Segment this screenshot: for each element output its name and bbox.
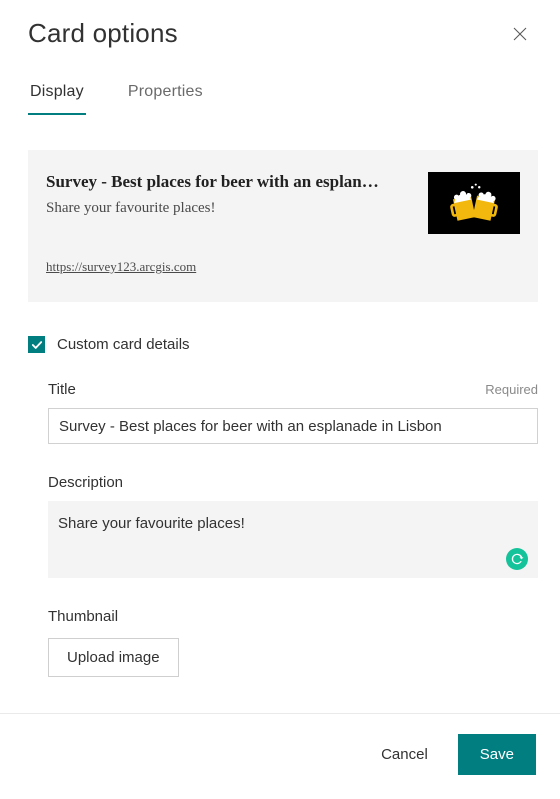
card-preview-description: Share your favourite places! — [46, 200, 412, 217]
dialog-title: Card options — [28, 18, 178, 49]
custom-card-details-checkbox[interactable]: Custom card details — [28, 336, 538, 353]
close-icon — [511, 25, 529, 43]
checkmark-icon — [31, 340, 43, 350]
grammarly-badge[interactable] — [506, 548, 528, 570]
card-preview-title: Survey - Best places for beer with an es… — [46, 172, 412, 192]
title-label: Title — [48, 381, 76, 398]
title-field-group: Title Required — [48, 381, 538, 444]
save-button[interactable]: Save — [458, 734, 536, 775]
card-preview-thumbnail — [428, 172, 520, 234]
description-field-group: Description — [48, 474, 538, 578]
description-input[interactable] — [48, 501, 538, 573]
custom-card-form: Title Required Description — [28, 381, 538, 677]
dialog-header: Card options — [0, 0, 560, 49]
grammarly-icon — [510, 552, 524, 566]
tab-display[interactable]: Display — [28, 73, 86, 115]
thumbnail-label: Thumbnail — [48, 608, 118, 625]
title-label-row: Title Required — [48, 381, 538, 398]
dialog-footer: Cancel Save — [0, 713, 560, 799]
required-indicator: Required — [485, 382, 538, 397]
description-textarea-wrap — [48, 501, 538, 578]
tab-properties[interactable]: Properties — [126, 73, 205, 115]
upload-image-button[interactable]: Upload image — [48, 638, 179, 677]
thumbnail-field-group: Thumbnail Upload image — [48, 608, 538, 677]
card-options-dialog: Card options Display Properties Survey -… — [0, 0, 560, 799]
cancel-button[interactable]: Cancel — [375, 745, 434, 764]
beer-mugs-icon — [446, 181, 502, 225]
description-label-row: Description — [48, 474, 538, 491]
checkbox-box — [28, 336, 45, 353]
tabs: Display Properties — [28, 73, 538, 116]
dialog-body[interactable]: Display Properties Survey - Best places … — [0, 49, 558, 713]
checkbox-label: Custom card details — [57, 336, 190, 353]
description-label: Description — [48, 474, 123, 491]
card-preview: Survey - Best places for beer with an es… — [28, 150, 538, 302]
card-preview-text: Survey - Best places for beer with an es… — [46, 172, 412, 276]
title-input[interactable] — [48, 408, 538, 444]
close-button[interactable] — [508, 22, 532, 46]
card-preview-link[interactable]: https://survey123.arcgis.com — [46, 259, 196, 275]
